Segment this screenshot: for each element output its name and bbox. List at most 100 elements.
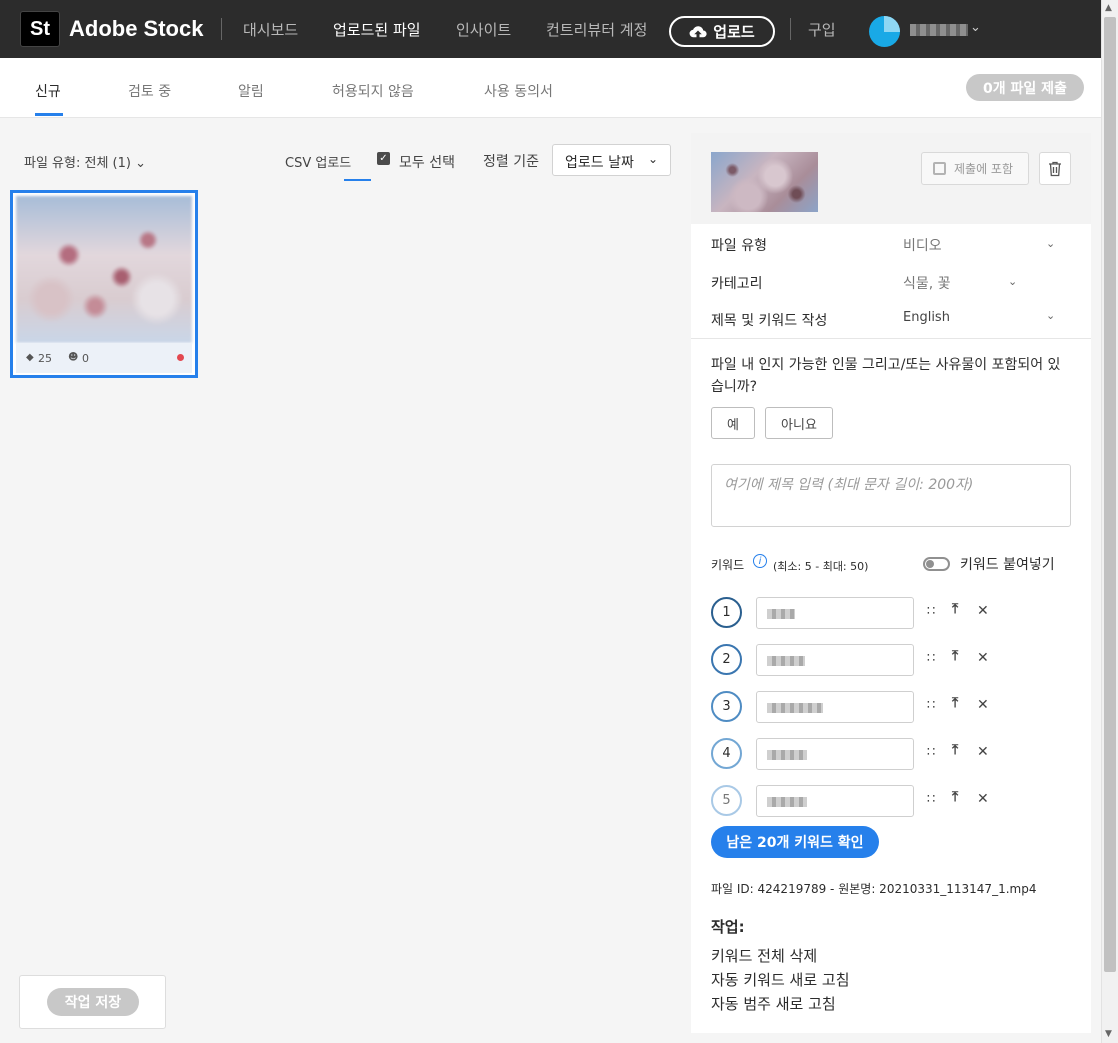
move-to-top-icon[interactable]: ⤒ <box>952 648 958 664</box>
file-type-filter-label: 파일 유형: 전체 (1) <box>24 156 131 171</box>
top-navigation-bar: St Adobe Stock 대시보드 업로드된 파일 인사이트 컨트리뷰터 계… <box>0 0 1101 58</box>
status-dot <box>177 354 184 361</box>
save-work-container: 작업 저장 <box>19 975 166 1029</box>
chevron-down-icon[interactable]: ⌄ <box>970 20 981 35</box>
close-icon[interactable]: ✕ <box>977 697 989 713</box>
drag-handle-icon[interactable]: ∷ <box>927 651 935 666</box>
title-keyword-language-value[interactable]: English <box>903 310 950 325</box>
keyword-row: 5 ∷ ⤒ ✕ <box>711 785 1081 817</box>
tab-not-accepted[interactable]: 허용되지 않음 <box>332 81 414 101</box>
file-type-label: 파일 유형 <box>711 238 767 254</box>
yes-button[interactable]: 예 <box>711 407 755 439</box>
chevron-down-icon: ⌄ <box>647 152 658 166</box>
csv-upload-link[interactable]: CSV 업로드 <box>285 152 351 171</box>
keyword-input[interactable] <box>756 738 914 770</box>
keyword-count: 25 <box>38 352 52 365</box>
nav-item-contributor-account[interactable]: 컨트리뷰터 계정 <box>546 19 647 40</box>
panel-header: 제출에 포함 <box>691 133 1091 224</box>
file-id-text: 파일 ID: 424219789 - 원본명: 20210331_113147_… <box>711 882 1037 896</box>
move-to-top-icon[interactable]: ⤒ <box>952 789 958 805</box>
upload-button[interactable]: 업로드 <box>669 16 775 47</box>
sort-label: 정렬 기준 <box>483 154 539 170</box>
keywords-range: (최소: 5 - 최대: 50) <box>773 560 869 573</box>
nav-divider <box>221 18 222 40</box>
include-in-submission-button[interactable]: 제출에 포함 <box>921 152 1029 185</box>
chevron-down-icon[interactable]: ⌄ <box>1046 309 1055 322</box>
title-keyword-language-label: 제목 및 키워드 작성 <box>711 313 828 329</box>
move-to-top-icon[interactable]: ⤒ <box>952 601 958 617</box>
tab-release-forms[interactable]: 사용 동의서 <box>484 81 553 101</box>
keyword-number: 5 <box>711 785 742 816</box>
adobe-stock-logo[interactable]: St <box>20 11 60 47</box>
drag-handle-icon[interactable]: ∷ <box>927 604 935 619</box>
category-value[interactable]: 식물, 꽃 <box>903 273 951 293</box>
keyword-redacted <box>767 750 807 760</box>
delete-button[interactable] <box>1039 152 1071 185</box>
close-icon[interactable]: ✕ <box>977 791 989 807</box>
tab-new[interactable]: 신규 <box>35 81 61 101</box>
nav-item-dashboard[interactable]: 대시보드 <box>243 19 298 40</box>
avatar[interactable] <box>869 16 900 47</box>
refresh-auto-keywords-link[interactable]: 자동 키워드 새로 고침 <box>711 969 850 990</box>
active-tab-indicator <box>35 113 63 116</box>
select-all-label[interactable]: 모두 선택 <box>399 152 455 172</box>
keyword-redacted <box>767 703 823 713</box>
sort-select[interactable]: 업로드 날짜 ⌄ <box>552 144 671 176</box>
keyword-input[interactable] <box>756 644 914 676</box>
scroll-up-arrow-icon[interactable]: ▲ <box>1105 3 1112 13</box>
tab-notifications[interactable]: 알림 <box>238 81 264 101</box>
chevron-down-icon[interactable]: ⌄ <box>1046 237 1055 250</box>
nav-item-uploaded-files[interactable]: 업로드된 파일 <box>333 19 421 40</box>
nav-item-buy[interactable]: 구입 <box>808 19 836 40</box>
refresh-auto-category-link[interactable]: 자동 범주 새로 고침 <box>711 993 836 1014</box>
people-icon: ☻ <box>68 352 79 363</box>
close-icon[interactable]: ✕ <box>977 744 989 760</box>
file-thumbnail-card[interactable]: ◆ 25 ☻ 0 <box>10 190 198 378</box>
drag-handle-icon[interactable]: ∷ <box>927 698 935 713</box>
nav-item-insights[interactable]: 인사이트 <box>456 19 511 40</box>
paste-keywords-toggle[interactable] <box>923 557 950 571</box>
thumbnail-meta: ◆ 25 ☻ 0 <box>16 343 192 373</box>
no-button[interactable]: 아니요 <box>765 407 833 439</box>
tab-in-review[interactable]: 검토 중 <box>128 81 171 101</box>
chevron-down-icon[interactable]: ⌄ <box>1008 275 1017 288</box>
drag-handle-icon[interactable]: ∷ <box>927 745 935 760</box>
save-work-button[interactable]: 작업 저장 <box>47 988 139 1016</box>
scroll-down-arrow-icon[interactable]: ▼ <box>1105 1029 1112 1039</box>
keyword-row: 2 ∷ ⤒ ✕ <box>711 644 1081 676</box>
tag-icon: ◆ <box>26 352 34 363</box>
file-preview-image[interactable] <box>711 152 818 212</box>
move-to-top-icon[interactable]: ⤒ <box>952 742 958 758</box>
close-icon[interactable]: ✕ <box>977 650 989 666</box>
keyword-input[interactable] <box>756 785 914 817</box>
scrollbar-thumb[interactable] <box>1104 17 1116 972</box>
file-type-value[interactable]: 비디오 <box>903 235 942 255</box>
keywords-label: 키워드 <box>711 558 745 572</box>
keyword-number: 2 <box>711 644 742 675</box>
actions-title: 작업: <box>711 918 745 936</box>
drag-handle-icon[interactable]: ∷ <box>927 792 935 807</box>
submit-files-button[interactable]: 0개 파일 제출 <box>966 74 1084 101</box>
keyword-input[interactable] <box>756 691 914 723</box>
close-icon[interactable]: ✕ <box>977 603 989 619</box>
upload-button-label: 업로드 <box>713 23 755 41</box>
title-input[interactable]: 여기에 제목 입력 (최대 문자 길이: 200자) <box>711 464 1071 527</box>
scrollbar[interactable]: ▲ ▼ <box>1101 0 1118 1043</box>
keyword-redacted <box>767 797 807 807</box>
file-type-filter[interactable]: 파일 유형: 전체 (1) ⌄ <box>24 152 146 171</box>
select-all-checkbox[interactable]: ✓ <box>377 152 390 165</box>
people-count: 0 <box>82 352 89 365</box>
username-redacted[interactable] <box>910 24 968 36</box>
move-to-top-icon[interactable]: ⤒ <box>952 695 958 711</box>
sort-select-value: 업로드 날짜 <box>565 155 634 171</box>
csv-upload-underline <box>344 179 371 181</box>
keyword-redacted <box>767 609 795 619</box>
keyword-number: 3 <box>711 691 742 722</box>
keyword-row: 4 ∷ ⤒ ✕ <box>711 738 1081 770</box>
view-remaining-keywords-button[interactable]: 남은 20개 키워드 확인 <box>711 826 879 858</box>
divider <box>691 338 1091 339</box>
brand-name[interactable]: Adobe Stock <box>69 16 203 42</box>
info-icon[interactable]: i <box>753 554 767 568</box>
keyword-input[interactable] <box>756 597 914 629</box>
delete-all-keywords-link[interactable]: 키워드 전체 삭제 <box>711 945 817 966</box>
